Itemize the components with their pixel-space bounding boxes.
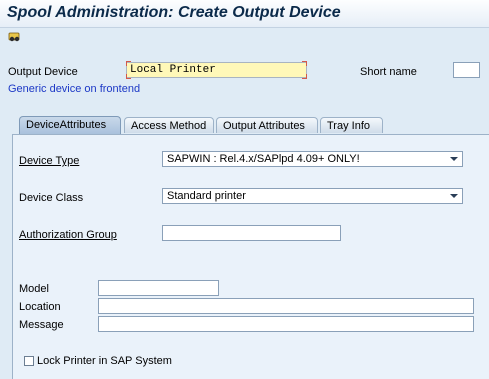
tab-device-attributes[interactable]: DeviceAttributes (19, 116, 121, 134)
output-device-label: Output Device (8, 66, 78, 78)
lock-printer-checkbox[interactable] (24, 356, 34, 366)
generic-device-link[interactable]: Generic device on frontend (8, 83, 140, 95)
message-input[interactable] (98, 316, 474, 332)
device-class-dropdown[interactable]: Standard printer (162, 188, 463, 204)
output-device-input[interactable]: Local Printer (126, 62, 307, 78)
device-class-label: Device Class (19, 192, 84, 204)
input-corner-marker (302, 74, 307, 79)
location-label: Location (19, 301, 61, 313)
authorization-group-input[interactable] (162, 225, 341, 241)
device-type-dropdown[interactable]: SAPWIN : Rel.4.x/SAPlpd 4.09+ ONLY! (162, 151, 463, 167)
short-name-input[interactable] (453, 62, 480, 78)
input-corner-marker (126, 74, 131, 79)
chevron-down-icon[interactable] (450, 194, 458, 198)
chevron-down-icon[interactable] (450, 157, 458, 161)
model-label: Model (19, 283, 49, 295)
device-class-value: Standard printer (167, 190, 246, 202)
tab-access-method[interactable]: Access Method (124, 117, 214, 133)
device-attributes-panel (12, 134, 489, 379)
device-type-value: SAPWIN : Rel.4.x/SAPlpd 4.09+ ONLY! (167, 153, 360, 165)
input-corner-marker (302, 61, 307, 66)
location-input[interactable] (98, 298, 474, 314)
model-input[interactable] (98, 280, 219, 296)
authorization-group-label: Authorization Group (19, 229, 117, 241)
application-toolbar (0, 28, 489, 50)
tab-tray-info[interactable]: Tray Info (320, 117, 383, 133)
glasses-icon[interactable] (7, 31, 21, 45)
title-bar: Spool Administration: Create Output Devi… (0, 0, 489, 28)
tab-output-attributes[interactable]: Output Attributes (216, 117, 318, 133)
lock-printer-label: Lock Printer in SAP System (37, 355, 172, 367)
short-name-label: Short name (360, 66, 417, 78)
device-type-label: Device Type (19, 155, 80, 167)
message-label: Message (19, 319, 64, 331)
input-corner-marker (126, 61, 131, 66)
page-title: Spool Administration: Create Output Devi… (7, 4, 341, 21)
